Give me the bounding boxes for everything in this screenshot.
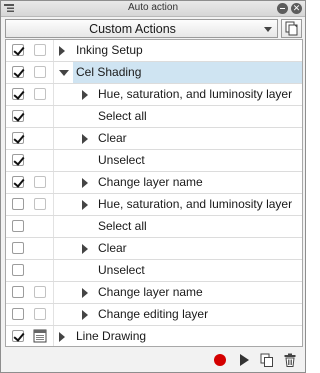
action-label: Clear — [98, 241, 127, 255]
action-step-row[interactable]: Select all — [6, 106, 302, 128]
panel-title: Auto action — [127, 2, 179, 13]
dialog-toggle-checkbox[interactable] — [34, 176, 46, 188]
column-divider — [53, 194, 54, 215]
bottom-toolbar — [1, 347, 305, 372]
enable-checkbox[interactable] — [12, 176, 24, 188]
dialog-icon[interactable] — [33, 329, 47, 343]
action-step-row[interactable]: Hue, saturation, and luminosity layer — [6, 84, 302, 106]
action-set-row[interactable]: Inking Setup — [6, 40, 302, 62]
action-label: Change editing layer — [98, 307, 209, 321]
dialog-toggle-checkbox[interactable] — [34, 88, 46, 100]
dialog-toggle-checkbox[interactable] — [34, 44, 46, 56]
expand-arrow-right-icon[interactable] — [82, 244, 88, 254]
enable-checkbox[interactable] — [12, 286, 24, 298]
dialog-toggle-checkbox[interactable] — [34, 198, 46, 210]
action-label: Clear — [98, 131, 127, 145]
dialog-toggle-checkbox[interactable] — [34, 286, 46, 298]
column-divider — [53, 326, 54, 346]
action-step-row[interactable]: Clear — [6, 128, 302, 150]
column-divider — [53, 128, 54, 149]
expand-arrow-right-icon[interactable] — [82, 178, 88, 188]
enable-checkbox[interactable] — [12, 308, 24, 320]
column-divider — [53, 304, 54, 325]
action-label: Change layer name — [98, 285, 203, 299]
action-step-row[interactable]: Unselect — [6, 150, 302, 172]
enable-checkbox[interactable] — [12, 66, 24, 78]
action-label: Hue, saturation, and luminosity layer — [98, 197, 293, 211]
enable-checkbox[interactable] — [12, 264, 24, 276]
record-icon[interactable] — [213, 353, 227, 367]
action-label: Unselect — [98, 153, 145, 167]
action-set-row[interactable]: Cel Shading — [6, 62, 302, 84]
enable-checkbox[interactable] — [12, 132, 24, 144]
expand-arrow-right-icon[interactable] — [82, 310, 88, 320]
enable-checkbox[interactable] — [12, 330, 24, 342]
duplicate-icon[interactable] — [260, 353, 274, 367]
action-label: Inking Setup — [76, 43, 143, 57]
enable-checkbox[interactable] — [12, 154, 24, 166]
action-step-row[interactable]: Change layer name — [6, 282, 302, 304]
enable-checkbox[interactable] — [12, 198, 24, 210]
action-set-value: Custom Actions — [89, 22, 176, 36]
column-divider — [53, 172, 54, 193]
trash-icon[interactable] — [283, 353, 297, 367]
enable-checkbox[interactable] — [12, 44, 24, 56]
panel-title-bar[interactable]: Auto action ✕ — [1, 1, 305, 17]
minimize-icon[interactable] — [277, 3, 288, 14]
action-step-row[interactable]: Change editing layer — [6, 304, 302, 326]
expand-arrow-down-icon[interactable] — [59, 70, 69, 76]
column-divider — [53, 216, 54, 237]
column-divider — [53, 282, 54, 303]
expand-arrow-right-icon[interactable] — [82, 288, 88, 298]
column-divider — [53, 40, 54, 61]
auto-action-panel: Auto action ✕ Custom Actions Inking Setu… — [0, 0, 306, 373]
column-divider — [53, 260, 54, 281]
column-divider — [53, 62, 54, 83]
column-divider — [53, 238, 54, 259]
enable-checkbox[interactable] — [12, 242, 24, 254]
column-divider — [53, 106, 54, 127]
play-icon[interactable] — [237, 353, 251, 367]
column-divider — [53, 150, 54, 171]
action-step-row[interactable]: Unselect — [6, 260, 302, 282]
action-set-row[interactable]: Line Drawing — [6, 326, 302, 346]
dialog-toggle-checkbox[interactable] — [34, 66, 46, 78]
close-icon[interactable]: ✕ — [291, 3, 302, 14]
expand-arrow-right-icon[interactable] — [59, 46, 65, 56]
action-set-settings-button[interactable] — [281, 19, 302, 38]
action-label: Change layer name — [98, 175, 203, 189]
chevron-down-icon — [264, 27, 272, 32]
expand-arrow-right-icon[interactable] — [82, 134, 88, 144]
action-list: Inking Setup Cel Shading Hue, saturation, … — [5, 39, 303, 347]
action-label: Cel Shading — [73, 62, 302, 83]
action-label: Line Drawing — [76, 329, 147, 343]
enable-checkbox[interactable] — [12, 110, 24, 122]
enable-checkbox[interactable] — [12, 220, 24, 232]
action-label: Hue, saturation, and luminosity layer — [98, 87, 293, 101]
column-divider — [53, 84, 54, 105]
dialog-toggle-checkbox[interactable] — [34, 308, 46, 320]
action-label: Select all — [98, 109, 147, 123]
action-set-select[interactable]: Custom Actions — [5, 19, 278, 38]
duplicate-set-icon — [285, 21, 298, 36]
action-step-row[interactable]: Select all — [6, 216, 302, 238]
action-label: Select all — [98, 219, 147, 233]
expand-arrow-right-icon[interactable] — [59, 332, 65, 342]
enable-checkbox[interactable] — [12, 88, 24, 100]
expand-arrow-right-icon[interactable] — [82, 200, 88, 210]
action-step-row[interactable]: Clear — [6, 238, 302, 260]
action-step-row[interactable]: Hue, saturation, and luminosity layer — [6, 194, 302, 216]
action-label: Unselect — [98, 263, 145, 277]
expand-arrow-right-icon[interactable] — [82, 90, 88, 100]
action-step-row[interactable]: Change layer name — [6, 172, 302, 194]
